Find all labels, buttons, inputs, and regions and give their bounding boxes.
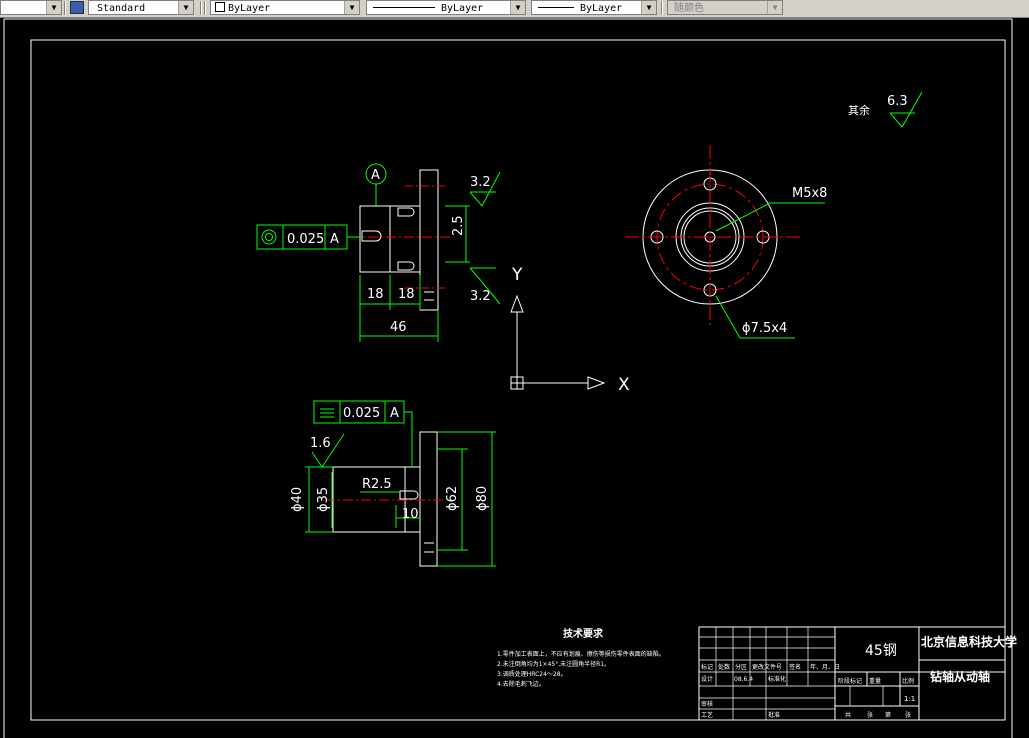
dim-phi80: ϕ80 [475,486,490,511]
hole-thread-label: M5x8 [792,186,827,201]
notes-line-2: 2.未注倒角均为1×45°,未注圆角半径R1。 [497,660,610,668]
roughness-other: 6.3 [887,94,908,109]
linetype-value: ByLayer [441,3,484,14]
lineweight-dropdown[interactable]: ByLayer ▼ [531,0,657,15]
technical-notes: 技术要求 1.零件加工表面上，不应有划痕、擦伤等损伤零件表面的缺陷。 2.未注倒… [497,627,665,688]
front-view-leaders [715,91,923,339]
chevron-down-icon[interactable]: ▼ [178,1,193,14]
tb-label-sheets: 张 [867,711,873,719]
tb-label-scale: 比例 [902,677,914,685]
linetype-dropdown[interactable]: ByLayer ▼ [366,0,526,15]
tb-label-approve: 批准 [768,711,780,719]
fcf-bottom-tolerance: 0.025 [343,406,380,421]
ucs-icon [510,294,606,390]
chevron-down-icon[interactable]: ▼ [46,1,61,14]
ucs-x-label: X [618,375,630,395]
ucs-y-label: Y [511,265,523,285]
dim-18b: 18 [398,287,415,302]
plot-style-dropdown: 随颜色 ▼ [667,0,783,15]
notes-line-3: 3.调质处理HRC24～28。 [497,670,567,678]
text-style-icon[interactable] [70,1,84,14]
dim-r25: R2.5 [362,477,392,492]
toolbar-separator [204,1,206,15]
text-style-value: Standard [97,3,146,14]
dim-46: 46 [390,320,407,335]
front-view [625,145,800,325]
roughness-top: 3.2 [470,175,491,190]
tb-label-std: 标准化 [768,675,786,683]
text-style-dropdown[interactable]: Standard ▼ [88,0,194,15]
fcf-top-tolerance: 0.025 [287,232,324,247]
drawing-frame [30,39,1006,721]
dimension-style-dropdown[interactable]: ▼ [0,0,62,15]
layer-color-value: ByLayer [228,3,271,14]
tb-label-review: 审核 [701,700,713,708]
plot-style-value: 随颜色 [674,3,704,14]
toolbar-separator [200,1,202,15]
tb-label-change: 更改文件号 [752,663,782,671]
tb-label-sheet: 张 [905,711,911,719]
dim-18a: 18 [367,287,384,302]
datum-label: A [371,168,380,183]
tb-label-count: 处数 [718,663,730,671]
roughness-other-label: 其余 [848,103,870,117]
side-view-dimensions [256,163,501,342]
fcf-bottom-datum: A [390,406,399,421]
linetype-sample-icon [373,7,435,8]
title-date: 08.6.4 [734,676,753,683]
title-scale: 1:1 [904,695,915,703]
tb-label-weight: 重量 [869,677,881,685]
section-view [325,431,445,567]
roughness-left: 1.6 [310,436,331,451]
chevron-down-icon[interactable]: ▼ [510,1,525,14]
tb-label-total: 共 [845,711,851,719]
title-school: 北京信息科技大学 [921,634,1017,649]
section-view-dimensions [305,400,496,567]
dim-phi62: ϕ62 [445,486,460,511]
toolbar-separator [64,1,66,15]
toolbar-separator [661,1,663,15]
tb-label-stage: 阶段标记 [838,677,862,685]
dim-phi40: ϕ40 [290,487,305,512]
title-part-name: 钻轴从动轴 [930,669,990,684]
layer-color-dropdown[interactable]: ByLayer ▼ [210,0,360,15]
tb-label-zone: 分区 [735,663,747,671]
lineweight-sample-icon [538,7,574,8]
lineweight-value: ByLayer [580,3,623,14]
notes-title: 技术要求 [563,627,604,640]
notes-line-4: 4.去除毛刺飞边。 [497,680,545,688]
tb-label-date: 年、月、日 [810,663,840,671]
chevron-down-icon[interactable]: ▼ [641,1,656,14]
notes-line-1: 1.零件加工表面上，不应有划痕、擦伤等损伤零件表面的缺陷。 [497,650,665,658]
tb-label-mark: 标记 [701,663,713,671]
tb-label-sign: 签名 [789,663,801,671]
dim-2-5: 2.5 [451,215,466,236]
tb-label-page: 第 [885,711,891,719]
hole-bolt-label: ϕ7.5x4 [742,321,787,336]
properties-toolbar: ▼ Standard ▼ ByLayer ▼ ByLayer ▼ ByLayer ▼ 随… [0,0,1029,18]
tb-label-process: 工艺 [701,711,713,719]
roughness-mid: 3.2 [470,289,491,304]
chevron-down-icon[interactable]: ▼ [344,1,359,14]
chevron-down-icon: ▼ [767,1,782,14]
dim-phi35: ϕ35 [316,487,331,512]
tb-label-design: 设计 [701,675,713,683]
drawing-canvas[interactable]: A 0.025 A 3.2 3.2 2.5 18 18 46 M5x8 ϕ7.5… [0,17,1029,738]
title-material: 45钢 [865,643,897,659]
color-swatch-icon [215,2,225,12]
fcf-top-datum: A [330,232,339,247]
dim-10: 10 [402,507,419,522]
